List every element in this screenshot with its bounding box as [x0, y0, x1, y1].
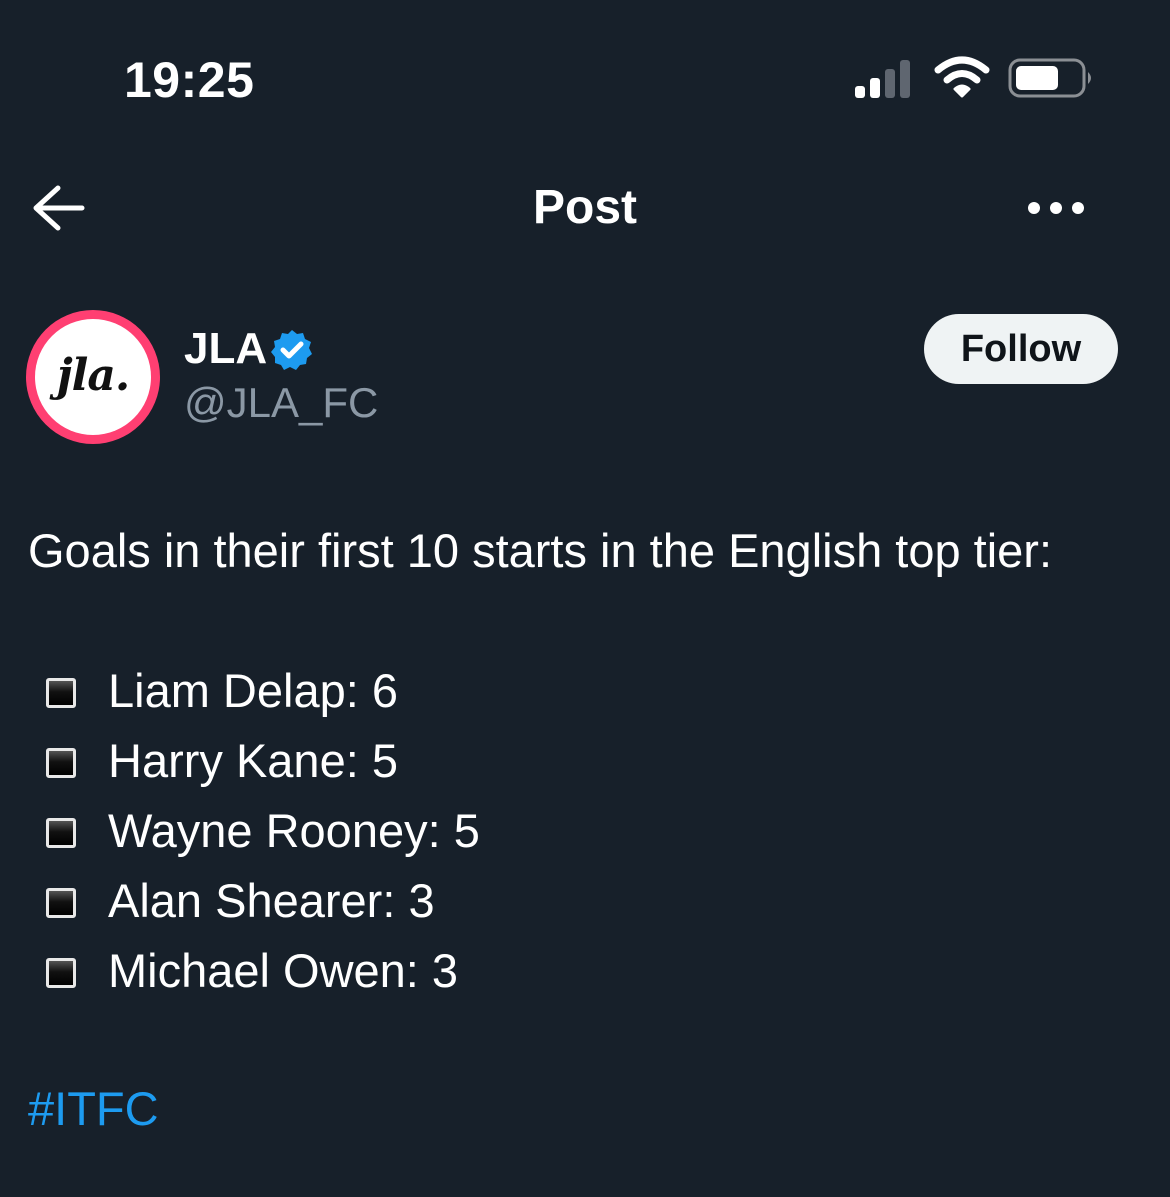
black-square-icon [46, 748, 76, 778]
list-item-text: Harry Kane: 5 [108, 734, 398, 787]
battery-icon [1008, 58, 1091, 98]
list-item: Wayne Rooney: 5 [28, 800, 480, 870]
cellular-signal-icon [855, 60, 910, 98]
verified-badge-icon [271, 330, 312, 370]
top-nav-bar: Post [0, 160, 1170, 256]
list-item: Alan Shearer: 3 [28, 870, 480, 940]
list-item-text: Michael Owen: 3 [108, 944, 459, 997]
status-time: 19:25 [124, 52, 255, 108]
avatar-logo: jla. [56, 350, 130, 401]
black-square-icon [46, 888, 76, 918]
post-author: jla. JLA @JLA_FC Follow [0, 300, 1170, 450]
goals-list: Liam Delap: 6 Harry Kane: 5 Wayne Rooney… [28, 660, 480, 1010]
black-square-icon [46, 678, 76, 708]
list-item-text: Alan Shearer: 3 [108, 874, 435, 927]
author-display-name[interactable]: JLA [184, 324, 267, 374]
post-text: Goals in their first 10 starts in the En… [28, 520, 1158, 997]
post-intro-text: Goals in their first 10 starts in the En… [28, 524, 1053, 577]
list-item: Michael Owen: 3 [28, 940, 480, 1010]
list-item-text: Liam Delap: 6 [108, 664, 398, 717]
black-square-icon [46, 818, 76, 848]
hashtag-link[interactable]: #ITFC [28, 1078, 159, 1140]
more-horizontal-icon [1028, 202, 1084, 214]
status-bar: 19:25 [0, 0, 1170, 150]
black-square-icon [46, 958, 76, 988]
more-options-button[interactable] [1020, 184, 1092, 232]
list-item-text: Wayne Rooney: 5 [108, 804, 480, 857]
list-item: Liam Delap: 6 [28, 660, 480, 730]
avatar-image: jla. [35, 319, 151, 435]
wifi-icon [934, 56, 990, 98]
avatar[interactable]: jla. [26, 310, 160, 444]
list-item: Harry Kane: 5 [28, 730, 480, 800]
page-title: Post [532, 181, 637, 234]
author-handle[interactable]: @JLA_FC [184, 378, 378, 428]
follow-button[interactable]: Follow [924, 314, 1118, 384]
